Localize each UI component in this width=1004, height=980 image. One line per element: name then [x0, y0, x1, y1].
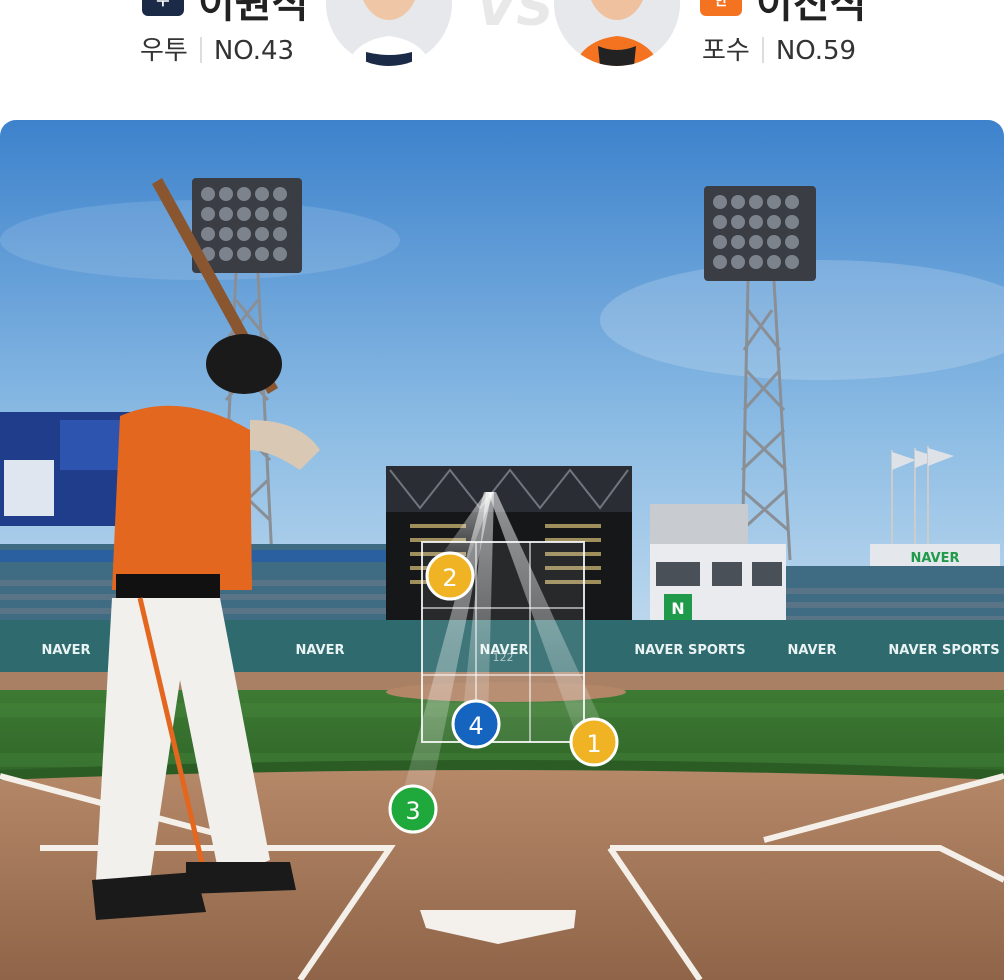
- pitcher-team-logo-text: 한: [714, 0, 728, 9]
- ad-banner: NAVER: [41, 643, 90, 658]
- batter-avatar[interactable]: [326, 0, 452, 66]
- pitcher-team-logo: 한: [700, 0, 742, 16]
- batter-number: NO.43: [213, 36, 295, 66]
- pitcher-face-icon: [554, 0, 680, 66]
- pitch-marker-2[interactable]: 2: [425, 551, 475, 601]
- meta-divider: [199, 36, 202, 63]
- stadium-scene: N NAVER NAVER NAVER NAVER NAVER SPORTS N…: [0, 120, 1004, 980]
- batter-face-icon: [326, 0, 452, 66]
- n-logo: N: [671, 599, 684, 618]
- ad-banner: NAVER SPORTS: [634, 643, 745, 658]
- batter-meta: 우투 NO.43: [140, 34, 294, 68]
- ad-banner: NAVER: [787, 643, 836, 658]
- pitch-marker-1[interactable]: 1: [569, 717, 619, 767]
- pitcher-avatar[interactable]: [554, 0, 680, 66]
- pitcher-name[interactable]: 이진석: [756, 0, 866, 24]
- pitch-number: 1: [586, 730, 601, 758]
- ad-banner: NAVER SPORTS: [888, 643, 999, 658]
- pitch-marker-4[interactable]: 4: [451, 699, 501, 749]
- batter-position: 우투: [140, 36, 188, 66]
- pitcher-meta: 포수 NO.59: [702, 34, 856, 68]
- vs-label: VS: [476, 0, 554, 38]
- meta-divider: [761, 36, 764, 63]
- matchup-header: 두 이원석 우투 NO.43 VS 한 이진석 포수 NO.59: [0, 0, 1004, 110]
- batter-team-logo-text: 두: [156, 0, 170, 9]
- pitch-marker-3[interactable]: 3: [388, 784, 438, 834]
- pitcher-number: NO.59: [775, 36, 857, 66]
- batter-team-logo: 두: [142, 0, 184, 16]
- pitcher-position: 포수: [702, 36, 750, 66]
- batter-name[interactable]: 이원석: [198, 0, 308, 24]
- pitch-speed-label: 122: [493, 651, 514, 664]
- naver-sign-right: NAVER: [910, 551, 959, 566]
- pitch-number: 2: [442, 564, 457, 592]
- pitch-tracking-field: N NAVER NAVER NAVER NAVER NAVER SPORTS N…: [0, 120, 1004, 980]
- pitch-number: 4: [468, 712, 483, 740]
- pitch-number: 3: [405, 797, 420, 825]
- video-board-left: [0, 412, 134, 526]
- ad-banner: NAVER: [295, 643, 344, 658]
